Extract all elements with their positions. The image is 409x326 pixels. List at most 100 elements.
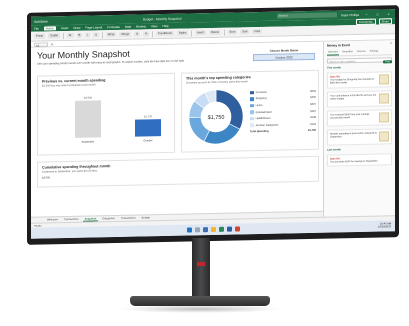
- note-image: [379, 131, 389, 142]
- sheet-tab-welcome[interactable]: Welcome: [45, 218, 60, 221]
- powerpoint-icon[interactable]: [234, 226, 240, 232]
- pane-tab-templates[interactable]: Templates: [341, 50, 354, 55]
- menu-item-insert[interactable]: Insert: [61, 26, 69, 30]
- autosave-toggle[interactable]: AutoSave: [34, 19, 48, 23]
- legend-value: $327: [310, 102, 316, 106]
- sheet-tab-categories[interactable]: Categories: [100, 217, 117, 220]
- menu-item-formulas[interactable]: Formulas: [107, 25, 120, 29]
- clock-date: 10/20/2023: [378, 225, 391, 229]
- ribbon-button[interactable]: Wrap: [105, 32, 117, 38]
- legend-label: Groceries: [255, 90, 267, 94]
- legend-label: Entertainment: [255, 110, 272, 114]
- user-name[interactable]: Taylor Phillips: [341, 12, 359, 16]
- pane-tab-overview[interactable]: Overview: [327, 50, 339, 56]
- note-image: [379, 74, 389, 85]
- ribbon-button[interactable]: Styles: [176, 30, 189, 36]
- legend-value: $124: [310, 122, 316, 126]
- menu-item-help[interactable]: Help: [162, 24, 168, 28]
- menu-item-review[interactable]: Review: [136, 24, 146, 28]
- note-body: Your budget for Shopping has changed to …: [330, 77, 375, 85]
- legend-total-value: $1,750: [308, 129, 316, 133]
- sheet-tab-transactions[interactable]: Transactions: [62, 218, 81, 221]
- ribbon-button[interactable]: Paste: [34, 33, 46, 39]
- ribbon-button[interactable]: Merge: [119, 31, 132, 37]
- ribbon-divider: [102, 31, 103, 38]
- bar: [135, 119, 161, 137]
- legend-value: $148: [310, 116, 316, 120]
- clock[interactable]: 10:45 AM 10/20/2023: [378, 222, 391, 228]
- ribbon-button[interactable]: $: [134, 31, 140, 37]
- legend-label: All other Categories: [255, 123, 279, 127]
- ribbon-button[interactable]: Insert: [194, 30, 206, 36]
- maximize-icon[interactable]: □: [374, 12, 381, 16]
- file-explorer-icon[interactable]: [210, 226, 216, 233]
- menu-item-page-layout[interactable]: Page Layout: [85, 25, 102, 29]
- sheet-tab-transactions[interactable]: Transactions: [119, 217, 138, 220]
- donut-chart: $1,750: [188, 89, 244, 145]
- note-text: Monthly spending is down 18% compared to…: [330, 132, 377, 143]
- monitor-stand: [192, 238, 210, 300]
- menu-item-draw[interactable]: Draw: [73, 26, 80, 30]
- ribbon-button[interactable]: B: [76, 32, 83, 38]
- note-image: [379, 93, 389, 104]
- ribbon-button[interactable]: Sort: [240, 29, 250, 35]
- menu-item-file[interactable]: File: [34, 27, 39, 31]
- task-view-icon[interactable]: [202, 227, 208, 233]
- post-button[interactable]: Post: [383, 60, 392, 64]
- legend-swatch: [250, 103, 254, 108]
- ribbon-button[interactable]: Sum: [227, 29, 238, 35]
- list-item[interactable]: Save 5% You put aside $100 for savings i…: [327, 153, 392, 167]
- month-selector-value[interactable]: October 2023: [253, 52, 315, 62]
- ribbon-button[interactable]: U: [93, 32, 100, 38]
- legend-label: Shopping: [255, 97, 267, 101]
- donut-center-label: $1,750: [208, 115, 225, 121]
- sheet-tab-budget[interactable]: Budget: [140, 216, 152, 219]
- tick-label: September: [81, 140, 95, 144]
- legend-swatch: [250, 97, 254, 101]
- ribbon-button[interactable]: Find: [252, 28, 262, 35]
- comments-button[interactable]: Comments: [356, 18, 376, 26]
- pane-tab-sources[interactable]: Sources: [356, 50, 367, 55]
- word-icon[interactable]: [226, 226, 232, 232]
- money-pane: Money in Excel × Overview Templates Source…: [323, 40, 395, 217]
- list-item[interactable]: Save 5% Your budget for Shopping has chan…: [327, 71, 392, 89]
- bar-chart: $3,900 September $1,750 October: [48, 94, 168, 147]
- start-icon[interactable]: [186, 227, 192, 233]
- month-selector[interactable]: Choose Month Below October 2023: [253, 48, 315, 62]
- excel-icon[interactable]: [218, 226, 224, 232]
- note-text: Your card balance is $1,265.55 and you a…: [330, 94, 377, 105]
- share-button[interactable]: Share: [378, 18, 392, 25]
- close-icon[interactable]: ×: [385, 12, 392, 16]
- minimize-icon[interactable]: –: [363, 12, 370, 16]
- menu-item-data[interactable]: Data: [125, 25, 131, 29]
- list-item[interactable]: Monthly spending is down 18% compared to…: [327, 128, 392, 146]
- menu-item-view[interactable]: View: [151, 24, 157, 28]
- stand-accent: [197, 262, 205, 266]
- ribbon-button[interactable]: Conditional: [155, 30, 174, 37]
- fx-icon[interactable]: fx: [51, 42, 53, 46]
- legend-swatch: [250, 110, 254, 115]
- legend-total: Total Spending $1,750: [250, 127, 316, 135]
- pie-slice: [203, 123, 241, 145]
- ribbon-divider: [152, 30, 153, 37]
- menu-item-home[interactable]: Home: [43, 26, 56, 31]
- note-image: [379, 112, 389, 123]
- list-item[interactable]: You received $300 from your savings acco…: [327, 109, 392, 127]
- list-item[interactable]: Your card balance is $1,265.55 and you a…: [327, 90, 392, 108]
- note-body: Your card balance is $1,265.55 and you a…: [330, 93, 377, 101]
- name-box[interactable]: A1: [34, 41, 48, 47]
- legend-value: $604: [310, 89, 316, 93]
- worksheet[interactable]: Your Monthly Snapshot See your spending …: [31, 41, 323, 223]
- ribbon-button[interactable]: Delete: [208, 29, 222, 36]
- pane-section-heading: This month: [327, 66, 341, 70]
- pane-section-heading: Last month: [327, 148, 341, 152]
- search-input[interactable]: Search: [276, 12, 337, 19]
- close-icon[interactable]: ×: [390, 41, 392, 45]
- product-photo: AutoSave Budget - Monthly Snapshot Searc…: [0, 0, 409, 326]
- ribbon-button[interactable]: %: [142, 31, 150, 37]
- ribbon-button[interactable]: 11: [66, 32, 74, 39]
- search-icon[interactable]: [194, 227, 200, 233]
- ribbon-button[interactable]: Calibri: [48, 33, 61, 39]
- pane-tab-settings[interactable]: Settings: [369, 50, 380, 55]
- ribbon-button[interactable]: I: [85, 32, 91, 38]
